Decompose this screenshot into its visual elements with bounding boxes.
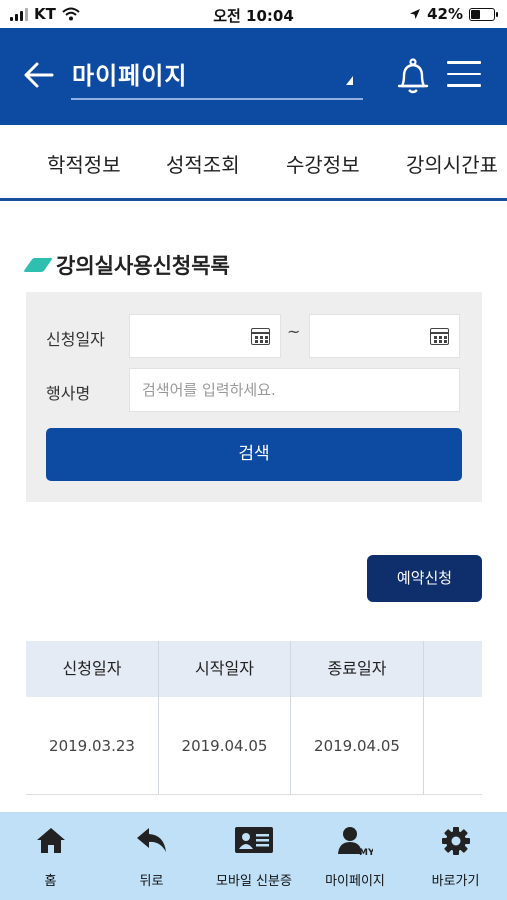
table-cell-end-date[interactable]: 2019.04.05 <box>291 697 423 795</box>
search-panel: 신청일자 ~ 행사명 검색어를 입력하세요. 검색 <box>26 292 482 502</box>
bottom-nav: 홈 뒤로 모바일 신분증 MY 마이페이지 바로가기 <box>0 812 507 900</box>
hamburger-menu-icon[interactable] <box>447 61 483 89</box>
tab-timetable[interactable]: 강의시간표 <box>406 149 498 178</box>
section-header: 강의실사용신청목록 <box>23 250 230 280</box>
column-divider <box>158 641 159 795</box>
table-cell-apply-date[interactable]: 2019.03.23 <box>26 697 158 795</box>
back-button[interactable] <box>22 60 56 90</box>
nav-mobile-id-label: 모바일 신분증 <box>216 874 292 889</box>
page-title: 마이페이지 <box>72 62 188 90</box>
date-label: 신청일자 <box>46 330 105 349</box>
home-icon <box>36 828 65 853</box>
bell-icon <box>397 58 429 94</box>
my-user-icon: MY <box>338 827 373 856</box>
section-title: 강의실사용신청목록 <box>56 254 230 278</box>
table-header-start-date: 시작일자 <box>159 641 290 697</box>
event-name-label: 행사명 <box>46 384 91 403</box>
tab-bar: 학적정보 성적조회 수강정보 강의시간표 <box>0 125 507 201</box>
app-header: 마이페이지 <box>0 28 507 125</box>
nav-mypage-label: 마이페이지 <box>325 874 385 889</box>
svg-text:MY: MY <box>359 848 373 856</box>
battery-icon <box>469 7 498 21</box>
id-card-icon <box>235 827 273 853</box>
calendar-icon <box>251 328 270 345</box>
section-mark-icon <box>23 258 53 272</box>
status-bar: KT 오전 10:04 42% <box>0 0 507 28</box>
nav-shortcuts[interactable]: 바로가기 <box>404 812 507 900</box>
column-divider <box>290 641 291 795</box>
nav-mobile-id[interactable]: 모바일 신분증 <box>202 812 306 900</box>
tab-grades[interactable]: 성적조회 <box>166 149 240 178</box>
tab-enrollment[interactable]: 수강정보 <box>286 149 360 178</box>
status-right: 42% <box>409 5 498 23</box>
table-header-apply-date: 신청일자 <box>26 641 158 697</box>
event-name-input[interactable]: 검색어를 입력하세요. <box>129 368 460 412</box>
app-screen: KT 오전 10:04 42% 마이페이지 학적정보 성적조회 수강정보 강의시… <box>0 0 507 900</box>
nav-back[interactable]: 뒤로 <box>101 812 202 900</box>
table-header-end-date: 종료일자 <box>291 641 423 697</box>
gear-icon <box>441 827 470 855</box>
column-divider <box>423 641 424 795</box>
arrow-left-icon <box>24 62 54 88</box>
nav-shortcuts-label: 바로가기 <box>431 874 480 889</box>
end-date-field[interactable] <box>309 314 460 358</box>
page-select[interactable]: 마이페이지 <box>71 48 363 100</box>
table-header-extra <box>424 641 482 697</box>
notification-button[interactable] <box>395 58 431 96</box>
nav-back-label: 뒤로 <box>139 874 164 889</box>
back-arrow-icon <box>136 828 166 852</box>
nav-mypage[interactable]: MY 마이페이지 <box>306 812 404 900</box>
reserve-button[interactable]: 예약신청 <box>367 555 482 602</box>
search-button[interactable]: 검색 <box>46 428 462 481</box>
date-separator: ~ <box>287 322 301 341</box>
nav-home[interactable]: 홈 <box>0 812 101 900</box>
table-cell-start-date[interactable]: 2019.04.05 <box>159 697 290 795</box>
caret-down-icon <box>346 76 353 85</box>
battery-percent: 42% <box>427 5 463 23</box>
reservation-table: 신청일자 시작일자 종료일자 2019.03.23 2019.04.05 201… <box>26 641 482 801</box>
table-cell-extra[interactable] <box>424 697 482 795</box>
calendar-icon <box>430 328 449 345</box>
nav-home-label: 홈 <box>44 874 57 889</box>
location-icon <box>410 9 421 19</box>
tab-academic-info[interactable]: 학적정보 <box>47 149 121 178</box>
start-date-field[interactable] <box>129 314 281 358</box>
